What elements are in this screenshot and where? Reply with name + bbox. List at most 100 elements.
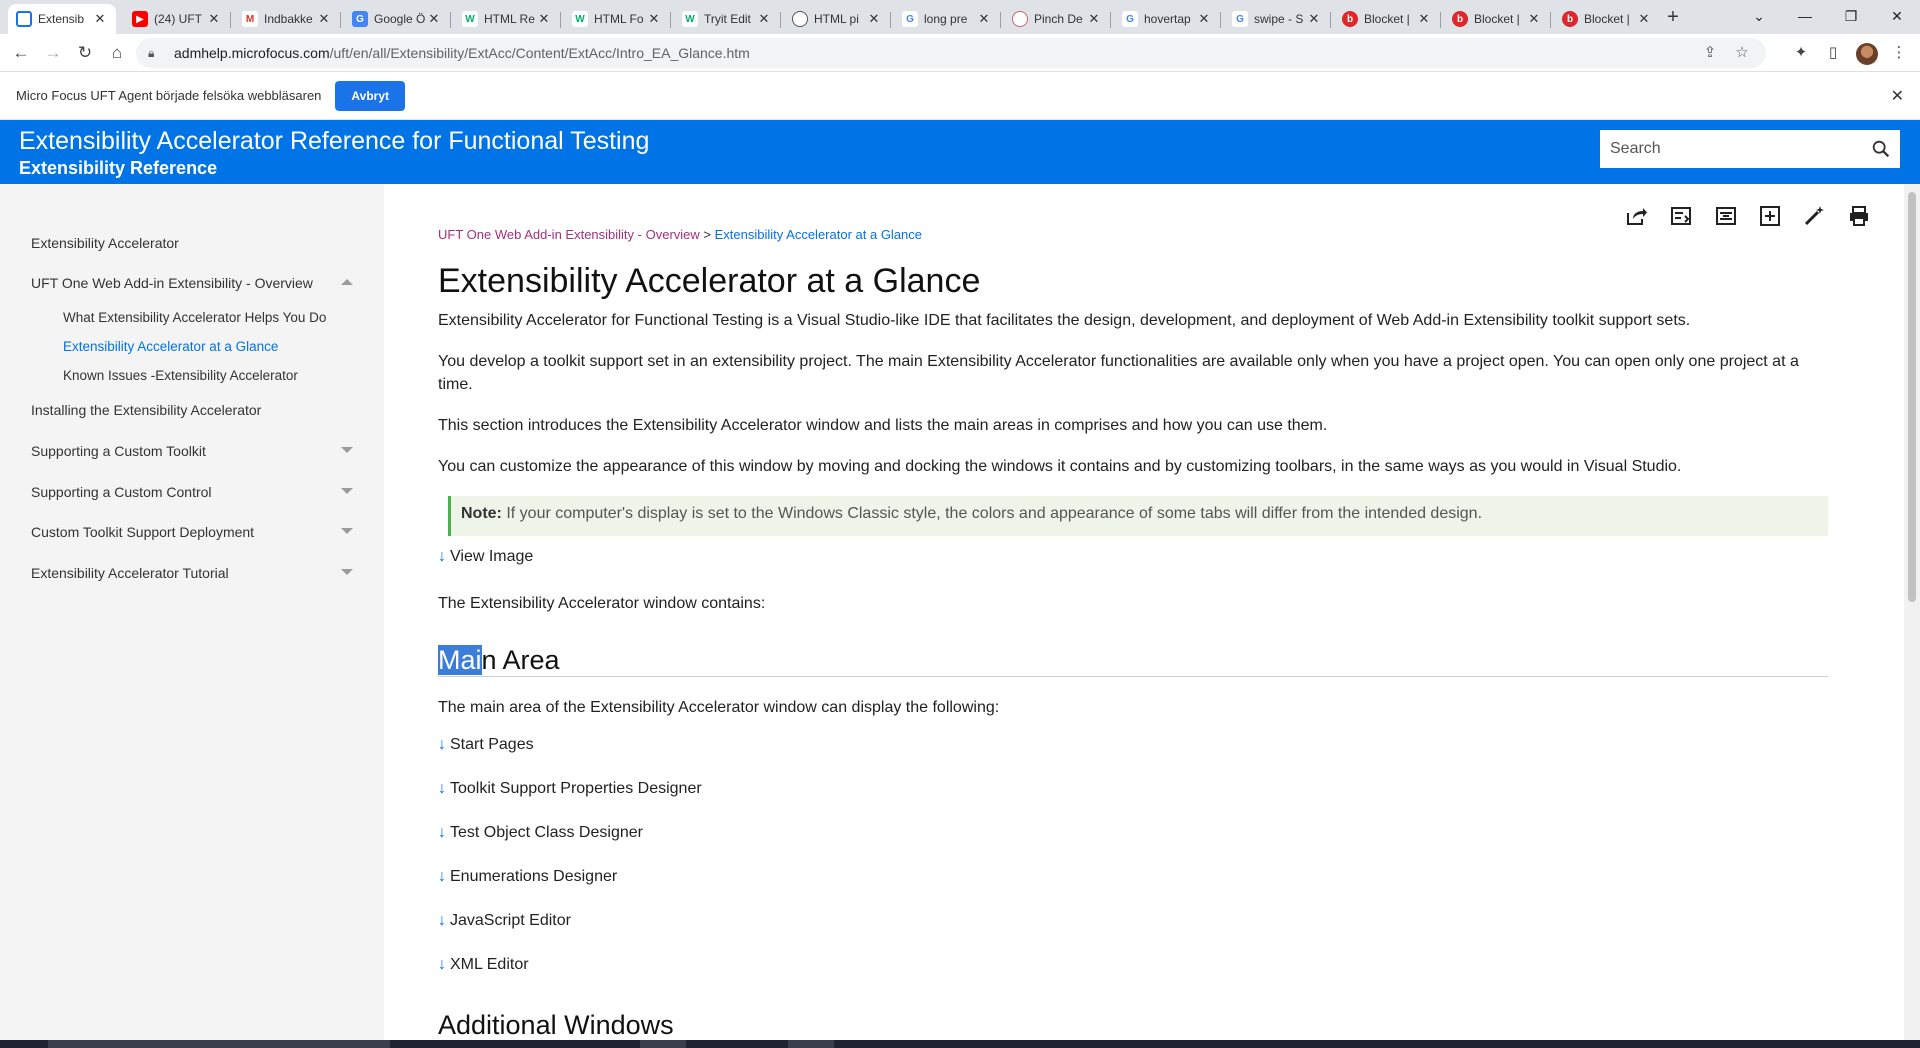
- new-tab-icon[interactable]: +: [1660, 4, 1686, 30]
- sidebar-item-what-it-helps[interactable]: What Extensibility Accelerator Helps You…: [63, 310, 326, 325]
- url-path: /uft/en/all/Extensibility/ExtAcc/Content…: [329, 45, 750, 61]
- expander-label: Enumerations Designer: [450, 868, 618, 885]
- browser-tab[interactable]: G swipe - S ✕: [1224, 4, 1331, 34]
- sidebar-item-extensibility-accelerator[interactable]: Extensibility Accelerator: [31, 235, 179, 251]
- close-tab-icon[interactable]: ✕: [976, 11, 992, 27]
- side-panel-icon[interactable]: ▯: [1822, 42, 1844, 64]
- browser-tab[interactable]: G Google Ö ✕: [344, 4, 451, 34]
- arrow-down-icon: ↓: [438, 736, 446, 753]
- browser-toolbar: ← → ↻ ⌂ 🔒︎ admhelp.microfocus.com/uft/en…: [0, 34, 1920, 72]
- collapse-icon[interactable]: [341, 279, 353, 285]
- search-input[interactable]: [1600, 130, 1900, 168]
- tab-title: (24) UFT: [154, 12, 202, 26]
- collapse-all-icon[interactable]: [1714, 204, 1738, 228]
- menu-icon[interactable]: ⋮: [1888, 42, 1910, 64]
- taskbar-item[interactable]: [788, 1040, 834, 1048]
- expand-icon[interactable]: [341, 569, 353, 575]
- close-tab-icon[interactable]: ✕: [206, 11, 222, 27]
- close-tab-icon[interactable]: ✕: [866, 11, 882, 27]
- close-tab-icon[interactable]: ✕: [756, 11, 772, 27]
- browser-tab[interactable]: b Blocket | ✕: [1554, 4, 1660, 34]
- breadcrumb-current[interactable]: Extensibility Accelerator at a Glance: [715, 227, 922, 242]
- expand-icon[interactable]: [341, 488, 353, 494]
- browser-tab[interactable]: G hovertap ✕: [1114, 4, 1221, 34]
- back-icon[interactable]: ←: [8, 40, 34, 66]
- avatar[interactable]: [1856, 43, 1878, 65]
- url-host: admhelp.microfocus.com: [174, 45, 330, 61]
- magic-wand-icon[interactable]: [1802, 204, 1826, 228]
- reload-icon[interactable]: ↻: [72, 40, 98, 66]
- paragraph: The main area of the Extensibility Accel…: [438, 699, 1000, 716]
- taskbar-item[interactable]: [48, 1040, 390, 1048]
- add-icon[interactable]: [1758, 204, 1782, 228]
- browser-tab[interactable]: b Blocket | ✕: [1334, 4, 1441, 34]
- enumerations-designer-toggle[interactable]: ↓ Enumerations Designer: [438, 868, 617, 886]
- blocket-icon: b: [1452, 11, 1468, 27]
- xml-editor-toggle[interactable]: ↓ XML Editor: [438, 956, 529, 974]
- sidebar-item-installing[interactable]: Installing the Extensibility Accelerator: [31, 402, 261, 418]
- expander-label: Test Object Class Designer: [450, 824, 643, 841]
- browser-tab[interactable]: Extensib ✕: [8, 4, 116, 34]
- close-tab-icon[interactable]: ✕: [1086, 11, 1102, 27]
- arrow-down-icon: ↓: [438, 956, 446, 973]
- close-window-icon[interactable]: ✕: [1874, 0, 1920, 32]
- lock-icon: 🔒︎: [148, 45, 155, 60]
- sidebar-item-deployment[interactable]: Custom Toolkit Support Deployment: [31, 524, 254, 540]
- breadcrumb-link[interactable]: UFT One Web Add-in Extensibility - Overv…: [438, 227, 700, 242]
- close-tab-icon[interactable]: ✕: [316, 11, 332, 27]
- bookmark-star-icon[interactable]: ☆: [1732, 43, 1752, 63]
- close-tab-icon[interactable]: ✕: [1196, 11, 1212, 27]
- tab-title: Google Ö: [374, 12, 426, 26]
- globe-icon: [792, 11, 808, 27]
- browser-tab[interactable]: W HTML Fo ✕: [564, 4, 671, 34]
- expand-icon[interactable]: [341, 447, 353, 453]
- expander-label: View Image: [450, 548, 534, 565]
- javascript-editor-toggle[interactable]: ↓ JavaScript Editor: [438, 912, 571, 930]
- browser-tab[interactable]: G long pre ✕: [894, 4, 1001, 34]
- cancel-button[interactable]: Avbryt: [335, 80, 405, 111]
- browser-tab[interactable]: M Indbakke ✕: [234, 4, 341, 34]
- browser-tab[interactable]: ▶ (24) UFT ✕: [124, 4, 231, 34]
- close-icon[interactable]: ✕: [1891, 86, 1904, 106]
- browser-tab[interactable]: W HTML Re ✕: [454, 4, 561, 34]
- tab-search-icon[interactable]: ⌄: [1736, 0, 1782, 32]
- expand-all-icon[interactable]: [1669, 204, 1693, 228]
- address-bar[interactable]: 🔒︎ admhelp.microfocus.com/uft/en/all/Ext…: [136, 38, 1766, 68]
- home-icon[interactable]: ⌂: [104, 40, 130, 66]
- close-tab-icon[interactable]: ✕: [646, 11, 662, 27]
- sidebar-item-known-issues[interactable]: Known Issues -Extensibility Accelerator: [63, 368, 298, 383]
- search-icon[interactable]: [1870, 138, 1892, 160]
- close-tab-icon[interactable]: ✕: [1636, 11, 1652, 27]
- close-tab-icon[interactable]: ✕: [426, 11, 442, 27]
- properties-designer-toggle[interactable]: ↓ Toolkit Support Properties Designer: [438, 780, 702, 798]
- class-designer-toggle[interactable]: ↓ Test Object Class Designer: [438, 824, 643, 842]
- sidebar-item-overview[interactable]: UFT One Web Add-in Extensibility - Overv…: [31, 275, 313, 291]
- share-icon[interactable]: [1624, 204, 1648, 228]
- taskbar-item[interactable]: [640, 1040, 686, 1048]
- restore-icon[interactable]: ❐: [1828, 0, 1874, 32]
- arrow-down-icon: ↓: [438, 868, 446, 885]
- page-scrollbar[interactable]: [1904, 184, 1920, 1040]
- share-icon[interactable]: ⇪: [1700, 43, 1720, 63]
- sidebar-item-custom-toolkit[interactable]: Supporting a Custom Toolkit: [31, 443, 206, 459]
- sidebar-item-tutorial[interactable]: Extensibility Accelerator Tutorial: [31, 565, 229, 581]
- scrollbar-thumb[interactable]: [1908, 192, 1916, 602]
- view-image-toggle[interactable]: ↓ View Image: [438, 548, 533, 566]
- print-icon[interactable]: [1847, 204, 1871, 228]
- start-pages-toggle[interactable]: ↓ Start Pages: [438, 736, 534, 754]
- forward-icon[interactable]: →: [40, 40, 66, 66]
- sidebar-item-custom-control[interactable]: Supporting a Custom Control: [31, 484, 212, 500]
- browser-tab[interactable]: HTML pi ✕: [784, 4, 891, 34]
- browser-tab[interactable]: b Blocket | ✕: [1444, 4, 1551, 34]
- close-tab-icon[interactable]: ✕: [1416, 11, 1432, 27]
- browser-tab[interactable]: W Tryit Edit ✕: [674, 4, 781, 34]
- sidebar-item-at-a-glance[interactable]: Extensibility Accelerator at a Glance: [63, 339, 278, 354]
- close-tab-icon[interactable]: ✕: [92, 11, 108, 27]
- expand-icon[interactable]: [341, 528, 353, 534]
- close-tab-icon[interactable]: ✕: [1526, 11, 1542, 27]
- close-tab-icon[interactable]: ✕: [536, 11, 552, 27]
- browser-tab[interactable]: Pinch De ✕: [1004, 4, 1111, 34]
- close-tab-icon[interactable]: ✕: [1306, 11, 1322, 27]
- minimize-icon[interactable]: —: [1782, 0, 1828, 32]
- extensions-icon[interactable]: ✦: [1790, 42, 1812, 64]
